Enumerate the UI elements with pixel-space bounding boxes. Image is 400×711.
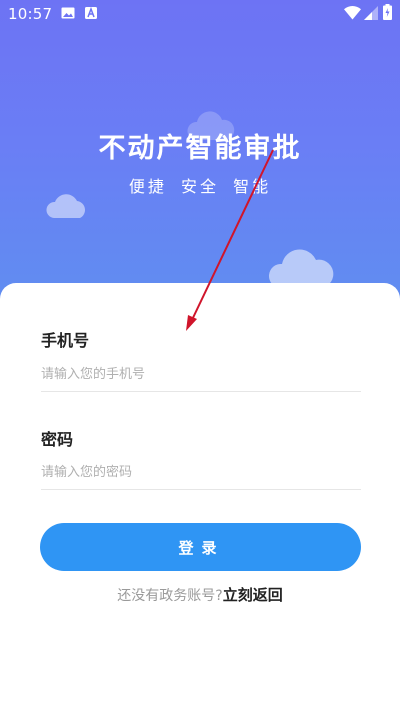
page-subtitle: 便捷 安全 智能	[128, 177, 272, 196]
password-label: 密码	[41, 430, 74, 449]
phone-label: 手机号	[41, 331, 90, 350]
return-link[interactable]: 立刻返回	[223, 586, 283, 604]
status-bar: 10:57	[0, 0, 400, 28]
a-icon	[85, 7, 97, 19]
battery-icon	[383, 4, 392, 20]
page-title: 不动产智能审批	[98, 133, 302, 164]
header-banner: 10:57 不动产智能审批 便捷 安全 智能	[0, 0, 400, 320]
image-icon	[61, 7, 75, 19]
footer: 还没有政务账号?立刻返回	[0, 584, 400, 605]
login-form-card: 手机号 密码 登录 还没有政务账号?立刻返回	[0, 283, 400, 711]
signal-icon	[364, 6, 378, 20]
password-input[interactable]	[41, 455, 361, 490]
no-account-prompt: 还没有政务账号?	[117, 588, 223, 604]
login-screen: 10:57 不动产智能审批 便捷 安全 智能 手机号 请输入您的手机号 密码 登…	[0, 0, 400, 711]
login-button[interactable]: 登录	[40, 523, 361, 571]
wifi-icon	[344, 6, 361, 20]
phone-input[interactable]	[41, 357, 361, 392]
status-time: 10:57	[8, 5, 53, 23]
